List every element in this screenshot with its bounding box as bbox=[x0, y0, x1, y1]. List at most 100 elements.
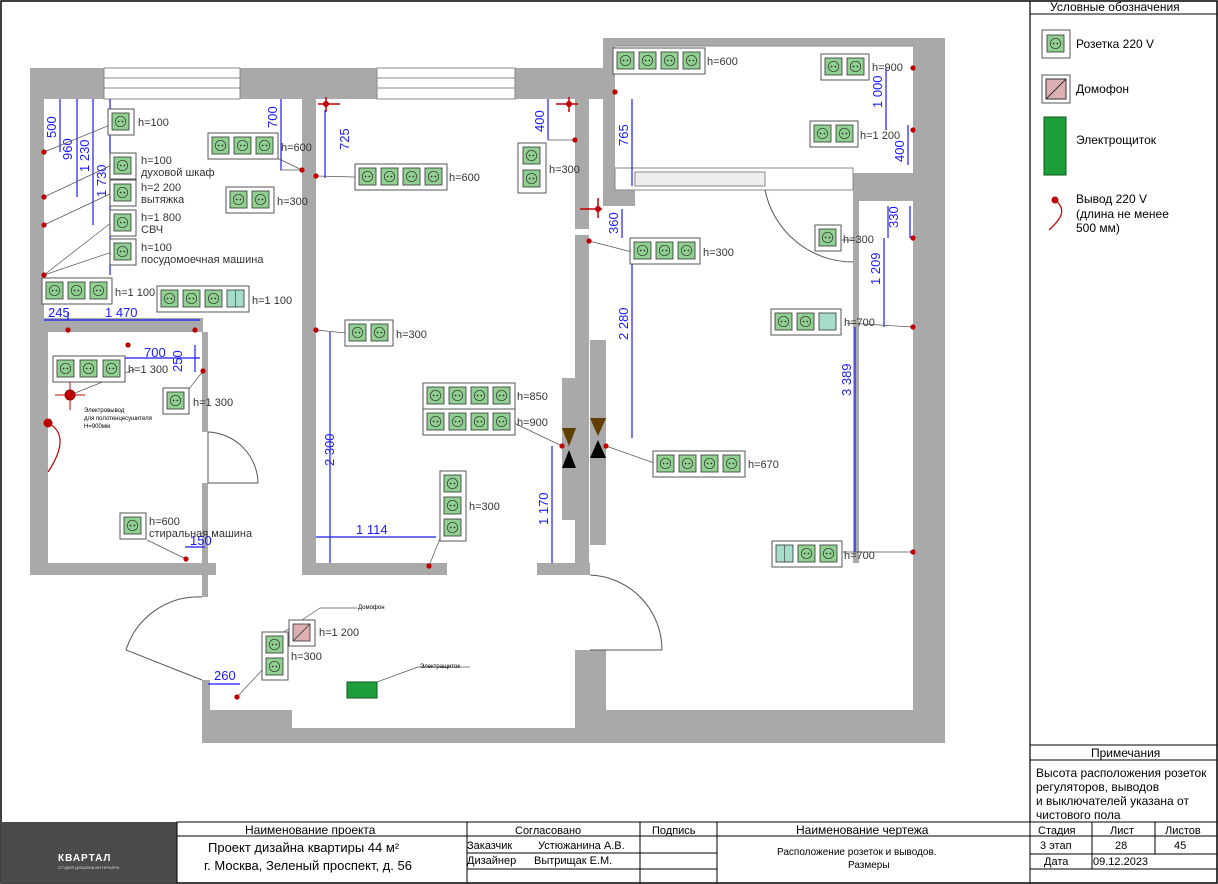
date-label: Дата bbox=[1044, 856, 1069, 868]
socket-l1 bbox=[344, 319, 394, 347]
legend-title: Условные обозначения bbox=[1050, 0, 1180, 14]
socket-c2 bbox=[225, 186, 275, 214]
title-block: КВАРТАЛ СТУДИЯ ДИЗАЙНА ИНТЕРЬЕРА Наимено… bbox=[1, 821, 1218, 884]
legend-intercom-label: Домофон bbox=[1076, 82, 1129, 96]
height-c2: h=300 bbox=[277, 196, 308, 208]
height-k6: h=1 100 bbox=[115, 287, 155, 299]
note-oven: духовой шкаф bbox=[141, 167, 215, 179]
note-hood: вытяжка bbox=[141, 194, 185, 206]
dim-700-bath: 700 bbox=[144, 345, 166, 360]
project-line-2: г. Москва, Зеленый проспект, д. 56 bbox=[204, 858, 412, 873]
legend-outlet-label-3: 500 мм) bbox=[1076, 221, 1120, 235]
height-h1: h=1 200 bbox=[319, 627, 359, 639]
height-c1: h=600 bbox=[281, 142, 312, 154]
notes-title: Примечания bbox=[1091, 746, 1160, 760]
dim-700-kitchen: 700 bbox=[265, 106, 280, 128]
electrical-panel bbox=[346, 681, 378, 699]
height-k2: h=100 bbox=[141, 155, 172, 167]
legend-panel-icon bbox=[1043, 116, 1067, 176]
legend-panel-label: Электрощиток bbox=[1076, 133, 1157, 147]
project-header: Наименование проекта bbox=[245, 823, 376, 837]
legend-panel: Условные обозначения Розетка 220 V Домоф… bbox=[1029, 0, 1217, 822]
legend-socket-icon bbox=[1041, 29, 1071, 59]
height-r1: h=300 bbox=[549, 164, 580, 176]
signature-header: Подпись bbox=[652, 825, 696, 837]
windows bbox=[103, 45, 913, 191]
height-tr3: h=1 200 bbox=[860, 130, 900, 142]
dim-1170: 1 170 bbox=[536, 492, 551, 525]
height-h2: h=300 bbox=[291, 651, 322, 663]
socket-k6 bbox=[41, 277, 113, 305]
sheet-value: 28 bbox=[1115, 840, 1127, 852]
dim-765: 765 bbox=[616, 124, 631, 146]
designer-name: Вытрищак Е.М. bbox=[534, 855, 612, 867]
logo-subtitle: СТУДИЯ ДИЗАЙНА ИНТЕРЬЕРА bbox=[58, 865, 120, 870]
height-tr1: h=600 bbox=[707, 56, 738, 68]
socket-tr6 bbox=[770, 308, 842, 336]
socket-k2 bbox=[109, 152, 137, 180]
dim-1000: 1 000 bbox=[870, 75, 885, 108]
height-tr2: h=900 bbox=[872, 62, 903, 74]
dim-1230: 1 230 bbox=[77, 139, 92, 172]
customer-role: Заказчик bbox=[467, 840, 512, 852]
notes-panel: Примечания Высота расположения розеток р… bbox=[1030, 744, 1217, 822]
height-l3: h=900 bbox=[517, 417, 548, 429]
socket-k7 bbox=[156, 285, 250, 313]
socket-b1 bbox=[52, 355, 126, 383]
dim-400-bedroom: 400 bbox=[892, 140, 907, 162]
socket-c1 bbox=[207, 132, 279, 160]
height-tr6: h=700 bbox=[844, 317, 875, 329]
dim-245: 245 bbox=[48, 305, 70, 320]
dim-1209: 1 209 bbox=[868, 252, 883, 285]
height-l2: h=850 bbox=[517, 391, 548, 403]
socket-tr7 bbox=[652, 450, 746, 478]
height-tr7: h=670 bbox=[748, 459, 779, 471]
height-tr5: h=300 bbox=[703, 247, 734, 259]
socket-h2 bbox=[261, 631, 289, 681]
note-towel-2: для полотенцесушителя bbox=[84, 416, 152, 422]
height-c3: h=600 bbox=[449, 172, 480, 184]
socket-tr3 bbox=[809, 120, 859, 148]
dim-2280: 2 280 bbox=[616, 307, 631, 340]
dim-500: 500 bbox=[44, 116, 59, 138]
legend-outlet-label-2: (длина не менее bbox=[1076, 207, 1169, 221]
socket-r1 bbox=[517, 142, 547, 194]
stage-label: Стадия bbox=[1038, 825, 1076, 837]
legend-intercom-icon bbox=[1041, 74, 1071, 104]
height-tr8: h=700 bbox=[844, 550, 875, 562]
height-k5: h=100 bbox=[141, 242, 172, 254]
socket-tr5 bbox=[629, 237, 701, 265]
socket-tr1 bbox=[612, 47, 706, 75]
dim-725: 725 bbox=[337, 128, 352, 150]
socket-k4 bbox=[109, 209, 137, 237]
socket-l4 bbox=[439, 470, 467, 542]
height-l4: h=300 bbox=[469, 501, 500, 513]
dim-260: 260 bbox=[214, 668, 236, 683]
date-value: 09.12.2023 bbox=[1093, 856, 1148, 868]
note-towel-1: Электровывод bbox=[84, 408, 125, 414]
dim-2300: 2 300 bbox=[322, 433, 337, 466]
socket-k3 bbox=[109, 179, 137, 207]
socket-k1 bbox=[107, 108, 135, 136]
note-towel-3: H=900мм bbox=[84, 424, 110, 430]
height-b3: h=600 bbox=[149, 516, 180, 528]
legend-socket-label: Розетка 220 V bbox=[1076, 37, 1154, 51]
intercom-h1 bbox=[288, 619, 316, 647]
socket-b2 bbox=[162, 387, 190, 415]
sheet-label: Лист bbox=[1110, 825, 1134, 837]
notes-line-3: и выключателей указана от bbox=[1036, 794, 1189, 808]
height-b1: h=1 300 bbox=[128, 364, 168, 376]
agreed-header: Согласовано bbox=[515, 825, 581, 837]
height-k3: h=2 200 bbox=[141, 182, 181, 194]
socket-k5 bbox=[109, 238, 137, 266]
note-intercom: Домофон bbox=[358, 605, 385, 611]
designer-role: Дизайнер bbox=[467, 855, 516, 867]
legend-outlet-icon bbox=[1048, 196, 1063, 231]
height-tr4: h=300 bbox=[843, 234, 874, 246]
socket-tr8 bbox=[771, 540, 843, 568]
dim-400-living: 400 bbox=[532, 110, 547, 132]
sheets-value: 45 bbox=[1174, 840, 1186, 852]
height-k4: h=1 800 bbox=[141, 212, 181, 224]
dim-1114: 1 114 bbox=[356, 522, 388, 537]
sheets-label: Листов bbox=[1165, 825, 1201, 837]
